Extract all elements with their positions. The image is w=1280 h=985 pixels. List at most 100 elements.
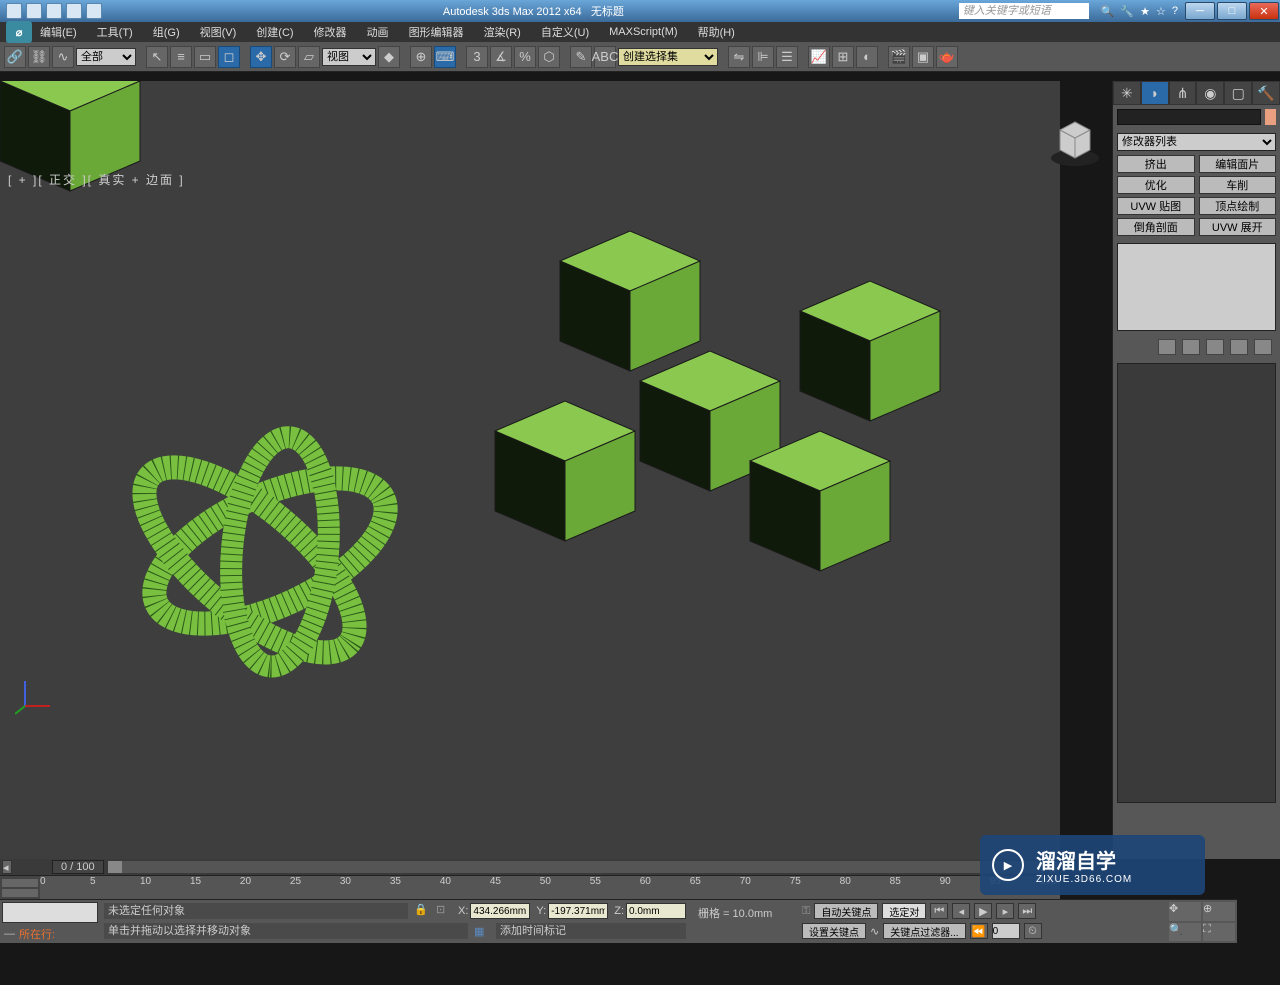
schematic-icon[interactable]: ⊞ <box>832 46 854 68</box>
new-icon[interactable] <box>6 3 22 19</box>
menu-custom[interactable]: 自定义(U) <box>541 24 589 40</box>
menu-maxscript[interactable]: MAXScript(M) <box>609 26 677 38</box>
current-frame-input[interactable] <box>992 923 1020 939</box>
menu-graph[interactable]: 图形编辑器 <box>409 24 464 40</box>
pan-icon[interactable]: ✥ <box>1169 902 1201 921</box>
wrench-icon[interactable]: 🔧 <box>1120 5 1134 18</box>
mod-lathe-button[interactable]: 车削 <box>1199 176 1277 194</box>
save-icon[interactable] <box>46 3 62 19</box>
select-name-icon[interactable]: ≡ <box>170 46 192 68</box>
x-coord-input[interactable] <box>470 903 530 919</box>
object-name-input[interactable] <box>1117 109 1261 125</box>
modifier-list-dropdown[interactable]: 修改器列表 <box>1117 133 1276 151</box>
render-frame-icon[interactable]: ▣ <box>912 46 934 68</box>
scroll-left-button[interactable]: ◂ <box>2 860 12 874</box>
render-icon[interactable]: 🫖 <box>936 46 958 68</box>
favorite-icon[interactable]: ☆ <box>1156 5 1166 18</box>
curve-editor-icon[interactable]: 📈 <box>808 46 830 68</box>
named-sel-icon[interactable]: ABC <box>594 46 616 68</box>
maximize-viewport-icon[interactable]: ⛶ <box>1203 923 1235 942</box>
frame-indicator[interactable]: 0 / 100 <box>52 860 104 874</box>
tab-display-icon[interactable]: ▢ <box>1224 81 1252 105</box>
tab-modify-icon[interactable]: ◗ <box>1141 81 1169 105</box>
edit-named-sel-icon[interactable]: ✎ <box>570 46 592 68</box>
mod-bevelprofile-button[interactable]: 倒角剖面 <box>1117 218 1195 236</box>
named-selection-set[interactable]: 创建选择集 <box>618 48 718 66</box>
make-unique-icon[interactable] <box>1206 339 1224 355</box>
redo-icon[interactable] <box>86 3 102 19</box>
key-filter-button[interactable]: 关键点过滤器... <box>883 923 965 939</box>
goto-end-icon[interactable]: ⏭ <box>1018 903 1036 919</box>
tab-hierarchy-icon[interactable]: ⋔ <box>1169 81 1197 105</box>
mod-extrude-button[interactable]: 挤出 <box>1117 155 1195 173</box>
search-input[interactable]: 键入关键字或短语 <box>959 3 1089 19</box>
rotate-icon[interactable]: ⟳ <box>274 46 296 68</box>
play-icon[interactable]: ▶ <box>974 903 992 919</box>
track-filter-icon[interactable] <box>2 889 38 897</box>
mod-uvwunwrap-button[interactable]: UVW 展开 <box>1199 218 1277 236</box>
menu-create[interactable]: 创建(C) <box>256 24 293 40</box>
close-button[interactable]: ✕ <box>1249 2 1279 20</box>
pin-stack-icon[interactable] <box>1158 339 1176 355</box>
prev-frame-icon[interactable]: ◂ <box>952 903 970 919</box>
menu-render[interactable]: 渲染(R) <box>484 24 521 40</box>
undo-icon[interactable] <box>66 3 82 19</box>
remove-mod-icon[interactable] <box>1230 339 1248 355</box>
lock-icon[interactable]: 🔒 <box>414 903 430 919</box>
show-end-icon[interactable] <box>1182 339 1200 355</box>
menu-animation[interactable]: 动画 <box>367 24 389 40</box>
object-color-swatch[interactable] <box>1265 109 1276 125</box>
manipulate-icon[interactable]: ⊕ <box>410 46 432 68</box>
pivot-icon[interactable]: ◆ <box>378 46 400 68</box>
material-editor-icon[interactable]: ◐ <box>856 46 878 68</box>
app-logo-icon[interactable]: ⌀ <box>6 21 32 43</box>
key-icon[interactable]: ⚿ <box>802 905 810 918</box>
time-slider[interactable] <box>108 861 1044 873</box>
key-mode-icon[interactable]: ∿ <box>870 925 879 938</box>
tab-create-icon[interactable]: ✳ <box>1113 81 1141 105</box>
modifier-stack[interactable] <box>1117 243 1276 331</box>
viewport[interactable]: [ + ][ 正交 ][ 真实 + 边面 ] <box>0 81 1060 859</box>
mod-optimize-button[interactable]: 优化 <box>1117 176 1195 194</box>
select-window-icon[interactable]: ◻ <box>218 46 240 68</box>
selected-button[interactable]: 选定对 <box>882 903 926 919</box>
mod-editpatch-button[interactable]: 编辑面片 <box>1199 155 1277 173</box>
menu-modifier[interactable]: 修改器 <box>314 24 347 40</box>
selection-filter[interactable]: 全部 <box>76 48 136 66</box>
set-key-button[interactable]: 设置关键点 <box>802 923 866 939</box>
y-coord-input[interactable] <box>548 903 608 919</box>
binoculars-icon[interactable]: 🔍 <box>1101 5 1115 18</box>
menu-edit[interactable]: 编辑(E) <box>40 24 77 40</box>
tab-motion-icon[interactable]: ◉ <box>1196 81 1224 105</box>
menu-view[interactable]: 视图(V) <box>200 24 237 40</box>
spinner-snap-icon[interactable]: ⬡ <box>538 46 560 68</box>
percent-snap-icon[interactable]: % <box>514 46 536 68</box>
rollout-area[interactable] <box>1117 363 1276 803</box>
lock2-icon[interactable]: ⊡ <box>436 903 452 919</box>
timeline-ruler[interactable]: 0510152025303540455055606570758085909510… <box>40 876 1060 899</box>
angle-snap-icon[interactable]: ∡ <box>490 46 512 68</box>
arc-rotate-icon[interactable]: ⊕ <box>1203 902 1235 921</box>
configure-icon[interactable] <box>1254 339 1272 355</box>
mirror-icon[interactable]: ⇋ <box>728 46 750 68</box>
bind-icon[interactable]: ∿ <box>52 46 74 68</box>
unlink-icon[interactable]: ⛓ <box>28 46 50 68</box>
auto-key-button[interactable]: 自动关键点 <box>814 903 878 919</box>
keyboard-shortcuts-icon[interactable]: ⌨ <box>434 46 456 68</box>
help-icon[interactable]: ? <box>1172 5 1178 18</box>
menu-help[interactable]: 帮助(H) <box>698 24 735 40</box>
time-config-icon[interactable]: ⏲ <box>1024 923 1042 939</box>
star-icon[interactable]: ★ <box>1140 5 1150 18</box>
move-icon[interactable]: ✥ <box>250 46 272 68</box>
log-icon[interactable]: ▦ <box>474 925 490 938</box>
select-icon[interactable]: ↖ <box>146 46 168 68</box>
open-icon[interactable] <box>26 3 42 19</box>
layers-icon[interactable]: ☰ <box>776 46 798 68</box>
snap-toggle-icon[interactable]: 3 <box>466 46 488 68</box>
select-rect-icon[interactable]: ▭ <box>194 46 216 68</box>
viewport-label[interactable]: [ + ][ 正交 ][ 真实 + 边面 ] <box>8 171 185 188</box>
tab-utilities-icon[interactable]: 🔨 <box>1252 81 1280 105</box>
track-mini-icon[interactable] <box>2 879 38 887</box>
viewcube-icon[interactable] <box>1045 110 1105 170</box>
zoom-icon[interactable]: 🔍 <box>1169 923 1201 942</box>
